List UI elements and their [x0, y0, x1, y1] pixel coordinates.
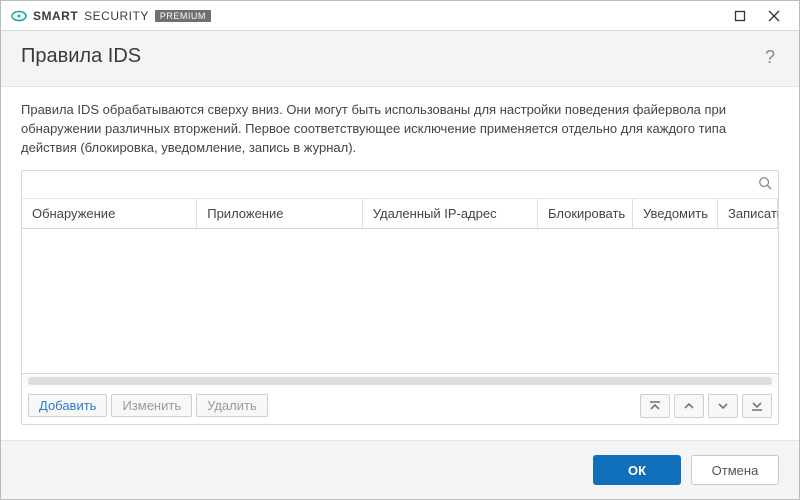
help-button[interactable]: ? [761, 45, 779, 70]
maximize-icon [734, 10, 746, 22]
search-input[interactable] [30, 177, 758, 192]
column-header-log[interactable]: Записать в ж [718, 199, 778, 228]
brand-badge: PREMIUM [155, 10, 211, 22]
edit-button[interactable]: Изменить [111, 394, 192, 417]
header-area: Правила IDS ? [1, 31, 799, 87]
titlebar: SMART SECURITY PREMIUM [1, 1, 799, 31]
eset-logo-icon [11, 8, 27, 24]
chevron-down-icon [716, 399, 730, 413]
actions-row: Добавить Изменить Удалить [22, 388, 778, 424]
footer: ОК Отмена [1, 440, 799, 499]
move-up-button[interactable] [674, 394, 704, 418]
search-row [22, 171, 778, 199]
ok-button[interactable]: ОК [593, 455, 681, 485]
horizontal-scrollbar[interactable] [22, 374, 778, 388]
page-title: Правила IDS [21, 45, 141, 68]
move-bottom-button[interactable] [742, 394, 772, 418]
table-header: Обнаружение Приложение Удаленный IP-адре… [22, 199, 778, 229]
brand-smart: SMART [33, 9, 78, 23]
move-down-button[interactable] [708, 394, 738, 418]
column-header-application[interactable]: Приложение [197, 199, 363, 228]
move-top-icon [648, 399, 662, 413]
chevron-up-icon [682, 399, 696, 413]
brand-security: SECURITY [84, 9, 149, 23]
column-header-notify[interactable]: Уведомить [633, 199, 718, 228]
cancel-button[interactable]: Отмена [691, 455, 779, 485]
close-button[interactable] [757, 2, 791, 30]
column-header-block[interactable]: Блокировать [538, 199, 633, 228]
move-bottom-icon [750, 399, 764, 413]
search-icon[interactable] [758, 176, 772, 193]
column-header-detection[interactable]: Обнаружение [22, 199, 197, 228]
column-header-remote-ip[interactable]: Удаленный IP-адрес [363, 199, 538, 228]
close-icon [768, 10, 780, 22]
table-body [22, 229, 778, 374]
description-text: Правила IDS обрабатываются сверху вниз. … [21, 101, 779, 158]
delete-button[interactable]: Удалить [196, 394, 268, 417]
rules-table-block: Обнаружение Приложение Удаленный IP-адре… [21, 170, 779, 425]
maximize-button[interactable] [723, 2, 757, 30]
move-top-button[interactable] [640, 394, 670, 418]
add-button[interactable]: Добавить [28, 394, 107, 417]
brand: SMART SECURITY PREMIUM [11, 8, 211, 24]
